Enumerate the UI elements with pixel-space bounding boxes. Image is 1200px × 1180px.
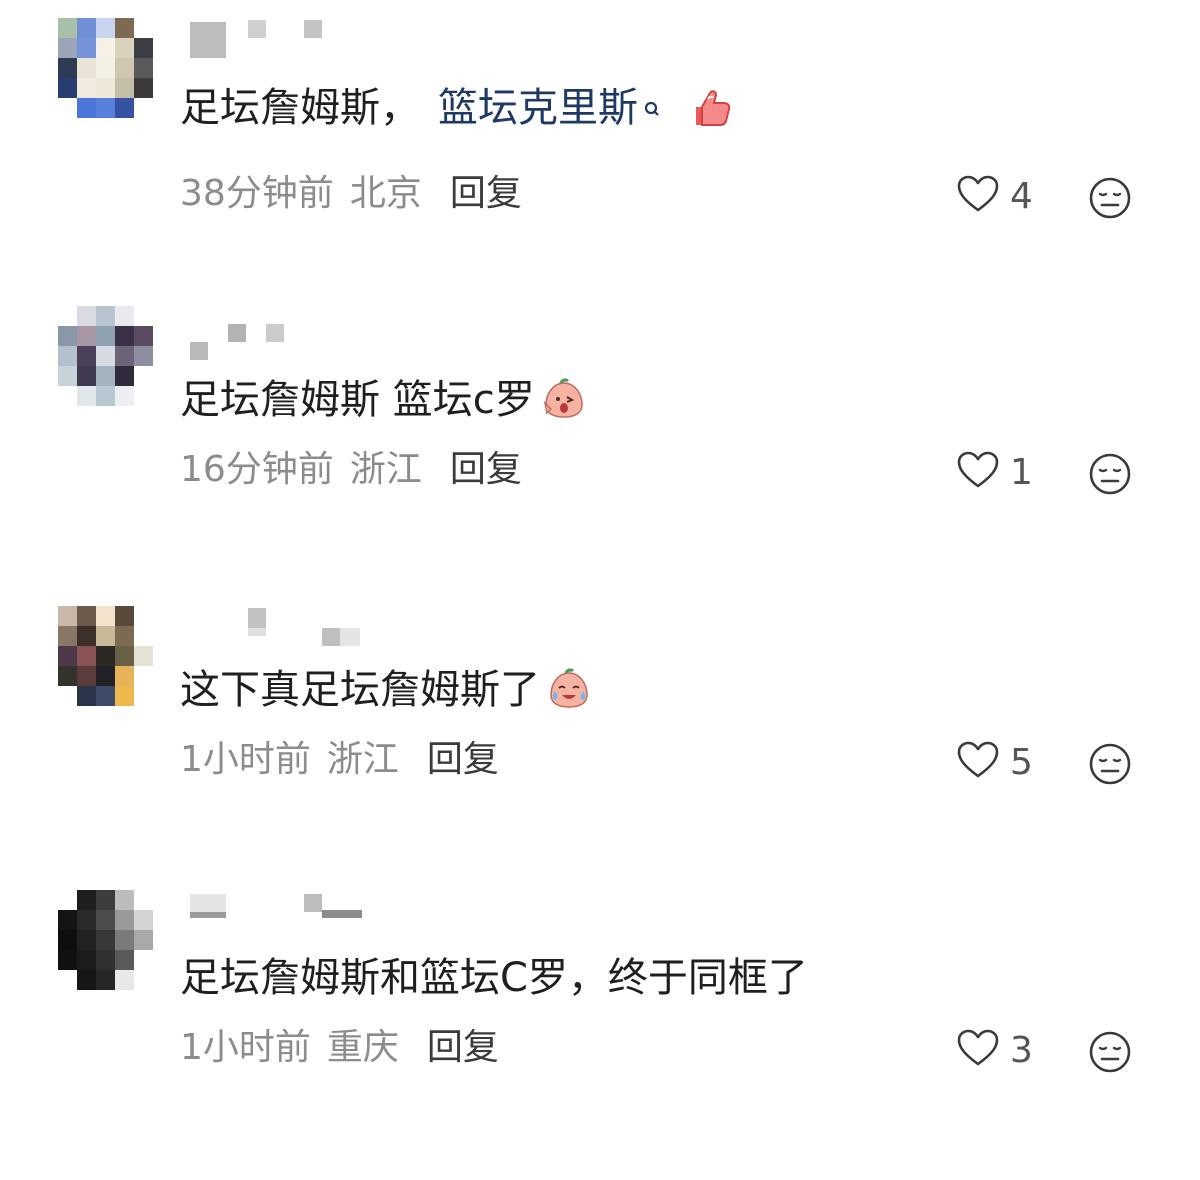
comment-text: 足坛詹姆斯和篮坛C罗，终于同框了 (180, 950, 808, 1006)
username-blurred[interactable] (180, 18, 380, 78)
comment-meta: 16分钟前 浙江 回复 (180, 446, 522, 494)
username-blurred[interactable] (180, 306, 380, 366)
peach-wink-emoji (541, 377, 587, 423)
comment-meta: 1小时前 浙江 回复 (180, 736, 499, 784)
location: 浙江 (349, 449, 422, 490)
neutral-face-icon[interactable] (1088, 453, 1132, 500)
peach-laugh-cry-emoji (546, 667, 592, 713)
comment-item: 这下真足坛詹姆斯了 1小时前 浙江 回复 5 (0, 606, 1200, 896)
dislike-button[interactable] (1088, 176, 1132, 220)
timestamp: 16分钟前 (180, 449, 334, 490)
search-icon[interactable] (644, 84, 660, 116)
reply-button[interactable]: 回复 (427, 1027, 499, 1068)
reply-button[interactable]: 回复 (450, 449, 522, 490)
timestamp: 1小时前 (180, 1027, 311, 1068)
comment-text-body: 足坛詹姆斯 篮坛c罗 (180, 377, 535, 423)
heart-icon[interactable] (956, 740, 1000, 784)
timestamp: 38分钟前 (180, 173, 334, 214)
comment-item: 足坛詹姆斯， 篮坛克里斯 38分钟前 北京 回复 4 (0, 18, 1200, 308)
dislike-button[interactable] (1088, 452, 1132, 496)
like-button[interactable]: 5 (956, 740, 1033, 784)
heart-icon[interactable] (956, 1028, 1000, 1072)
comment-item: 足坛詹姆斯 篮坛c罗 16分钟前 浙江 回复 1 (0, 306, 1200, 596)
comment-text-body: 足坛詹姆斯和篮坛C罗，终于同框了 (180, 955, 808, 1001)
comment-text-body: 足坛詹姆斯， (180, 85, 420, 131)
username-blurred[interactable] (180, 890, 380, 950)
comment-text-body: 这下真足坛詹姆斯了 (180, 667, 540, 713)
like-button[interactable]: 4 (956, 174, 1033, 218)
comment-item: 足坛詹姆斯和篮坛C罗，终于同框了 1小时前 重庆 回复 3 (0, 890, 1200, 1180)
location: 重庆 (326, 1027, 399, 1068)
like-count: 5 (1010, 741, 1033, 783)
dislike-button[interactable] (1088, 742, 1132, 786)
comment-text: 足坛詹姆斯， 篮坛克里斯 (180, 80, 732, 136)
username-blurred[interactable] (180, 606, 380, 666)
neutral-face-icon[interactable] (1088, 177, 1132, 224)
timestamp: 1小时前 (180, 739, 311, 780)
comment-text: 这下真足坛詹姆斯了 (180, 662, 592, 718)
heart-icon[interactable] (956, 174, 1000, 218)
avatar[interactable] (58, 18, 153, 118)
neutral-face-icon[interactable] (1088, 1031, 1132, 1078)
dislike-button[interactable] (1088, 1030, 1132, 1074)
avatar[interactable] (58, 606, 153, 706)
thumbs-up-emoji (686, 85, 732, 131)
location: 浙江 (326, 739, 399, 780)
search-link[interactable]: 篮坛克里斯 (438, 80, 638, 136)
like-count: 3 (1010, 1029, 1033, 1071)
avatar[interactable] (58, 890, 153, 990)
comment-meta: 38分钟前 北京 回复 (180, 170, 522, 218)
like-button[interactable]: 3 (956, 1028, 1033, 1072)
neutral-face-icon[interactable] (1088, 743, 1132, 790)
like-count: 4 (1010, 175, 1033, 217)
reply-button[interactable]: 回复 (427, 739, 499, 780)
comment-text: 足坛詹姆斯 篮坛c罗 (180, 372, 587, 428)
heart-icon[interactable] (956, 450, 1000, 494)
reply-button[interactable]: 回复 (450, 173, 522, 214)
comment-meta: 1小时前 重庆 回复 (180, 1024, 499, 1072)
avatar[interactable] (58, 306, 153, 406)
like-count: 1 (1010, 451, 1033, 493)
location: 北京 (349, 173, 422, 214)
like-button[interactable]: 1 (956, 450, 1033, 494)
